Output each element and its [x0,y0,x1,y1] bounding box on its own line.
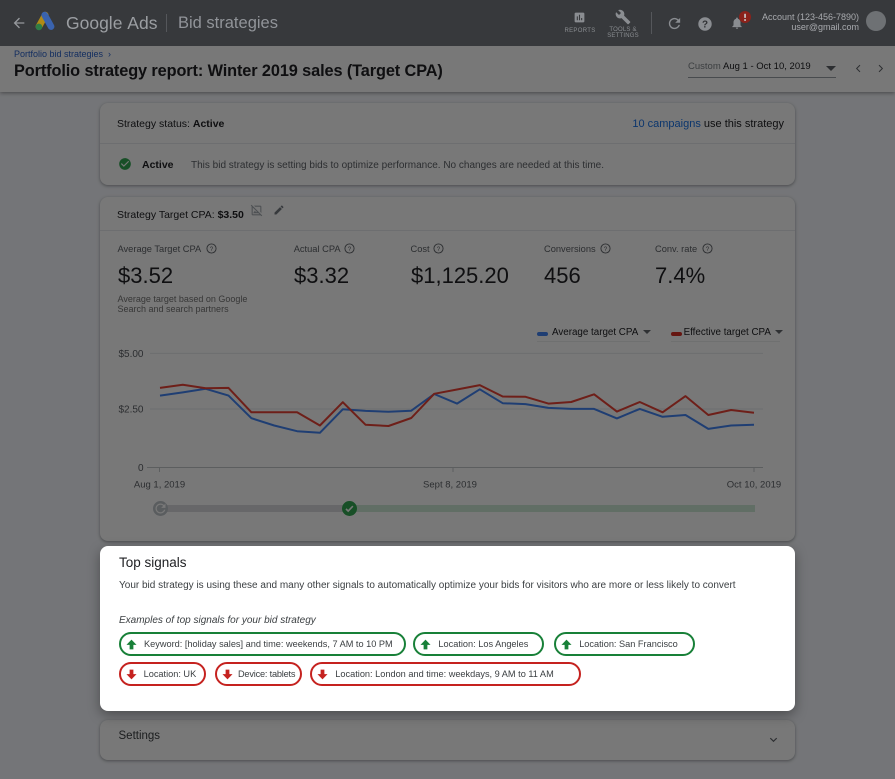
svg-text:?: ? [702,20,708,31]
